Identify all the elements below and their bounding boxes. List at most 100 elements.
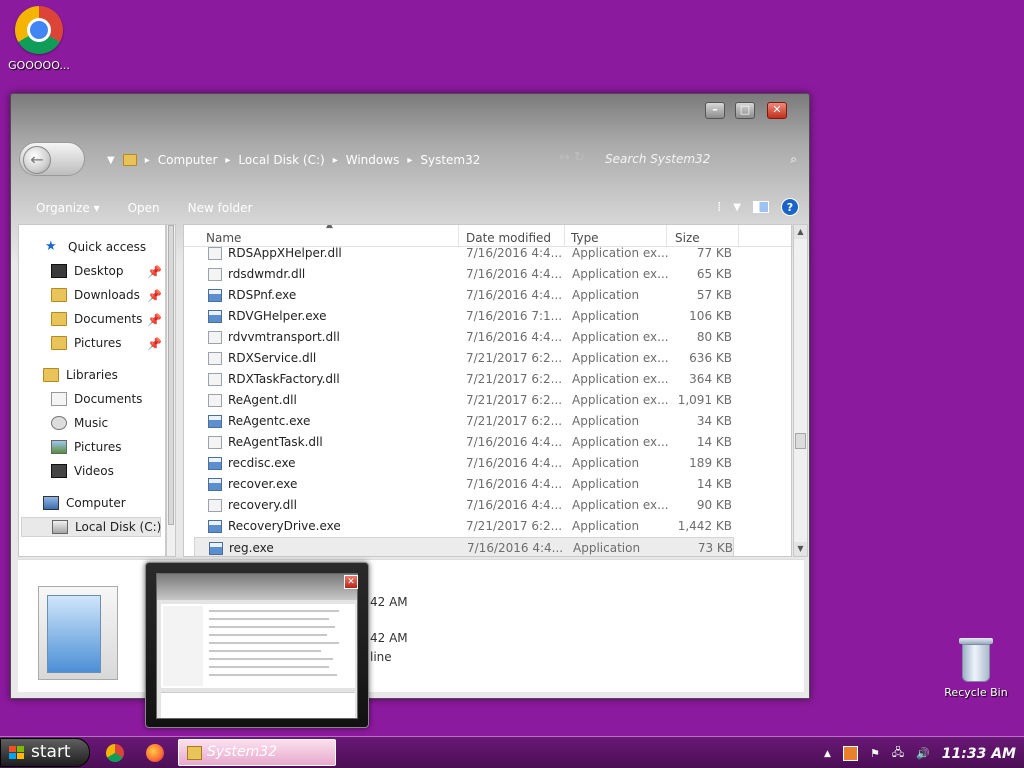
file-date-modified: 7/21/2017 6:2... <box>466 393 563 407</box>
start-button[interactable]: start <box>0 738 90 767</box>
scroll-up-icon[interactable]: ▲ <box>794 225 807 239</box>
file-row[interactable]: reg.exe 7/16/2016 4:4... Application 73 KB <box>194 537 734 556</box>
file-type: Application ex... <box>572 393 669 407</box>
file-type: Application ex... <box>572 435 669 449</box>
clock[interactable]: 11:33 AM <box>942 746 1016 762</box>
navigation-scrollbar[interactable] <box>166 224 176 557</box>
details-date-created: 42 AM <box>370 595 408 609</box>
file-size: 636 KB <box>689 351 732 365</box>
pin-icon[interactable]: 📌 <box>147 265 162 279</box>
app-tray-icon[interactable] <box>842 746 858 761</box>
pin-icon[interactable]: 📌 <box>147 337 162 351</box>
file-size: 189 KB <box>689 456 732 470</box>
videos-library-icon <box>51 464 67 478</box>
nav-libraries[interactable]: Libraries <box>43 365 118 385</box>
flag-icon[interactable]: ⚑ <box>870 747 880 760</box>
firefox-quicklaunch-icon[interactable] <box>146 744 164 762</box>
taskbar-button-system32[interactable]: System32 <box>178 739 336 766</box>
title-bar[interactable]: – □ ✕ <box>11 94 809 134</box>
network-icon[interactable]: 🖧 <box>892 744 904 763</box>
documents-folder-icon <box>51 312 67 326</box>
application-icon <box>209 542 223 555</box>
scroll-down-icon[interactable]: ▼ <box>794 542 807 556</box>
file-name: recdisc.exe <box>228 456 296 470</box>
nav-computer[interactable]: Computer <box>43 493 126 513</box>
view-dropdown-icon[interactable]: ▼ <box>733 202 741 213</box>
refresh-icon[interactable]: ↔ ↻ <box>559 150 585 165</box>
breadcrumb-separator-icon[interactable]: ▸ <box>145 155 150 166</box>
preview-close-icon[interactable]: ✕ <box>344 575 358 589</box>
organize-label: Organize <box>36 201 90 215</box>
file-row[interactable]: RDSAppXHelper.dll 7/16/2016 4:4... Applica… <box>194 243 734 264</box>
details-pane: 42 AM 42 AM line <box>18 559 804 692</box>
file-type: Application ex... <box>572 246 669 260</box>
nav-local-disk[interactable]: Local Disk (C:) <box>21 517 161 537</box>
nav-downloads[interactable]: Downloads <box>51 285 140 305</box>
nav-lib-documents[interactable]: Documents <box>51 389 142 409</box>
breadcrumb-local-disk[interactable]: Local Disk (C:) <box>238 153 324 167</box>
close-button[interactable]: ✕ <box>767 102 787 119</box>
nav-lib-pictures[interactable]: Pictures <box>51 437 122 457</box>
recent-locations-icon[interactable]: ▼ <box>107 155 115 166</box>
file-row[interactable]: RecoveryDrive.exe 7/21/2017 6:2... Applica… <box>194 516 734 537</box>
file-list-scrollbar[interactable]: ▲ ▼ <box>793 224 808 557</box>
file-name: rdvvmtransport.dll <box>228 330 340 344</box>
search-icon[interactable]: ⌕ <box>790 148 797 170</box>
file-row[interactable]: ReAgentc.exe 7/21/2017 6:2... Application 3… <box>194 411 734 432</box>
music-library-icon <box>51 416 67 430</box>
file-row[interactable]: RDXService.dll 7/21/2017 6:2... Applicatio… <box>194 348 734 369</box>
breadcrumb: ▼ ▸ Computer ▸ Local Disk (C:) ▸ Windows… <box>107 150 480 170</box>
taskbar-thumbnail-preview[interactable]: ✕ <box>145 562 369 728</box>
nav-desktop[interactable]: Desktop <box>51 261 124 281</box>
nav-pictures[interactable]: Pictures <box>51 333 122 353</box>
desktop-icon-recycle-bin[interactable]: Recycle Bin <box>938 638 1014 699</box>
file-row[interactable]: recovery.dll 7/16/2016 4:4... Application … <box>194 495 734 516</box>
file-row[interactable]: rdsdwmdr.dll 7/16/2016 4:4... Application … <box>194 264 734 285</box>
address-bar: ← ▼ ▸ Computer ▸ Local Disk (C:) ▸ Windo… <box>11 134 809 184</box>
breadcrumb-windows[interactable]: Windows <box>346 153 400 167</box>
file-row[interactable]: RDSPnf.exe 7/16/2016 4:4... Application 57 … <box>194 285 734 306</box>
details-date-modified: 42 AM <box>370 631 408 645</box>
desktop-icon-chrome[interactable]: GOOOOO... <box>4 6 74 72</box>
file-name: recovery.dll <box>228 498 297 512</box>
nav-lib-music[interactable]: Music <box>51 413 108 433</box>
file-name: rdsdwmdr.dll <box>228 267 306 281</box>
show-hidden-icons-icon[interactable]: ▲ <box>824 749 831 759</box>
new-folder-button[interactable]: New folder <box>174 201 267 215</box>
file-size: 34 KB <box>696 414 732 428</box>
nav-quick-access[interactable]: ★ Quick access <box>45 237 146 257</box>
file-row[interactable]: ReAgent.dll 7/21/2017 6:2... Application e… <box>194 390 734 411</box>
breadcrumb-system32[interactable]: System32 <box>420 153 480 167</box>
file-row[interactable]: RDVGHelper.exe 7/16/2016 7:1... Applicatio… <box>194 306 734 327</box>
file-row[interactable]: rdvvmtransport.dll 7/16/2016 4:4... Applic… <box>194 327 734 348</box>
breadcrumb-separator-icon[interactable]: ▸ <box>225 155 230 166</box>
search-input[interactable]: Search System32 ⌕ <box>605 148 801 170</box>
nav-documents[interactable]: Documents <box>51 309 142 329</box>
file-row[interactable]: recdisc.exe 7/16/2016 4:4... Application 18… <box>194 453 734 474</box>
nav-label: Desktop <box>74 264 124 278</box>
taskbar: start System32 ▲ ⚑ 🖧 🔊 11:33 AM <box>0 736 1024 768</box>
volume-icon[interactable]: 🔊 <box>916 747 930 760</box>
chrome-quicklaunch-icon[interactable] <box>106 744 124 762</box>
open-button[interactable]: Open <box>114 201 174 215</box>
nav-lib-videos[interactable]: Videos <box>51 461 114 481</box>
pin-icon[interactable]: 📌 <box>147 313 162 327</box>
application-icon <box>208 289 222 302</box>
file-row[interactable]: ReAgentTask.dll 7/16/2016 4:4... Applicati… <box>194 432 734 453</box>
preview-pane-icon[interactable] <box>753 201 769 213</box>
file-row[interactable]: RDXTaskFactory.dll 7/21/2017 6:2... Applic… <box>194 369 734 390</box>
help-icon[interactable]: ? <box>781 198 799 216</box>
view-options-icon[interactable]: ⁞ <box>717 200 721 215</box>
back-arrow-icon[interactable]: ← <box>23 146 51 174</box>
scrollbar-thumb[interactable] <box>168 225 174 525</box>
file-row[interactable]: recover.exe 7/16/2016 4:4... Application 14… <box>194 474 734 495</box>
scrollbar-thumb[interactable] <box>795 433 806 449</box>
breadcrumb-separator-icon[interactable]: ▸ <box>407 155 412 166</box>
breadcrumb-computer[interactable]: Computer <box>158 153 218 167</box>
minimize-button[interactable]: – <box>705 102 725 119</box>
pin-icon[interactable]: 📌 <box>147 289 162 303</box>
back-forward-button[interactable]: ← <box>19 142 85 176</box>
organize-button[interactable]: Organize ▾ <box>11 201 114 215</box>
breadcrumb-separator-icon[interactable]: ▸ <box>333 155 338 166</box>
maximize-button[interactable]: □ <box>735 102 755 119</box>
